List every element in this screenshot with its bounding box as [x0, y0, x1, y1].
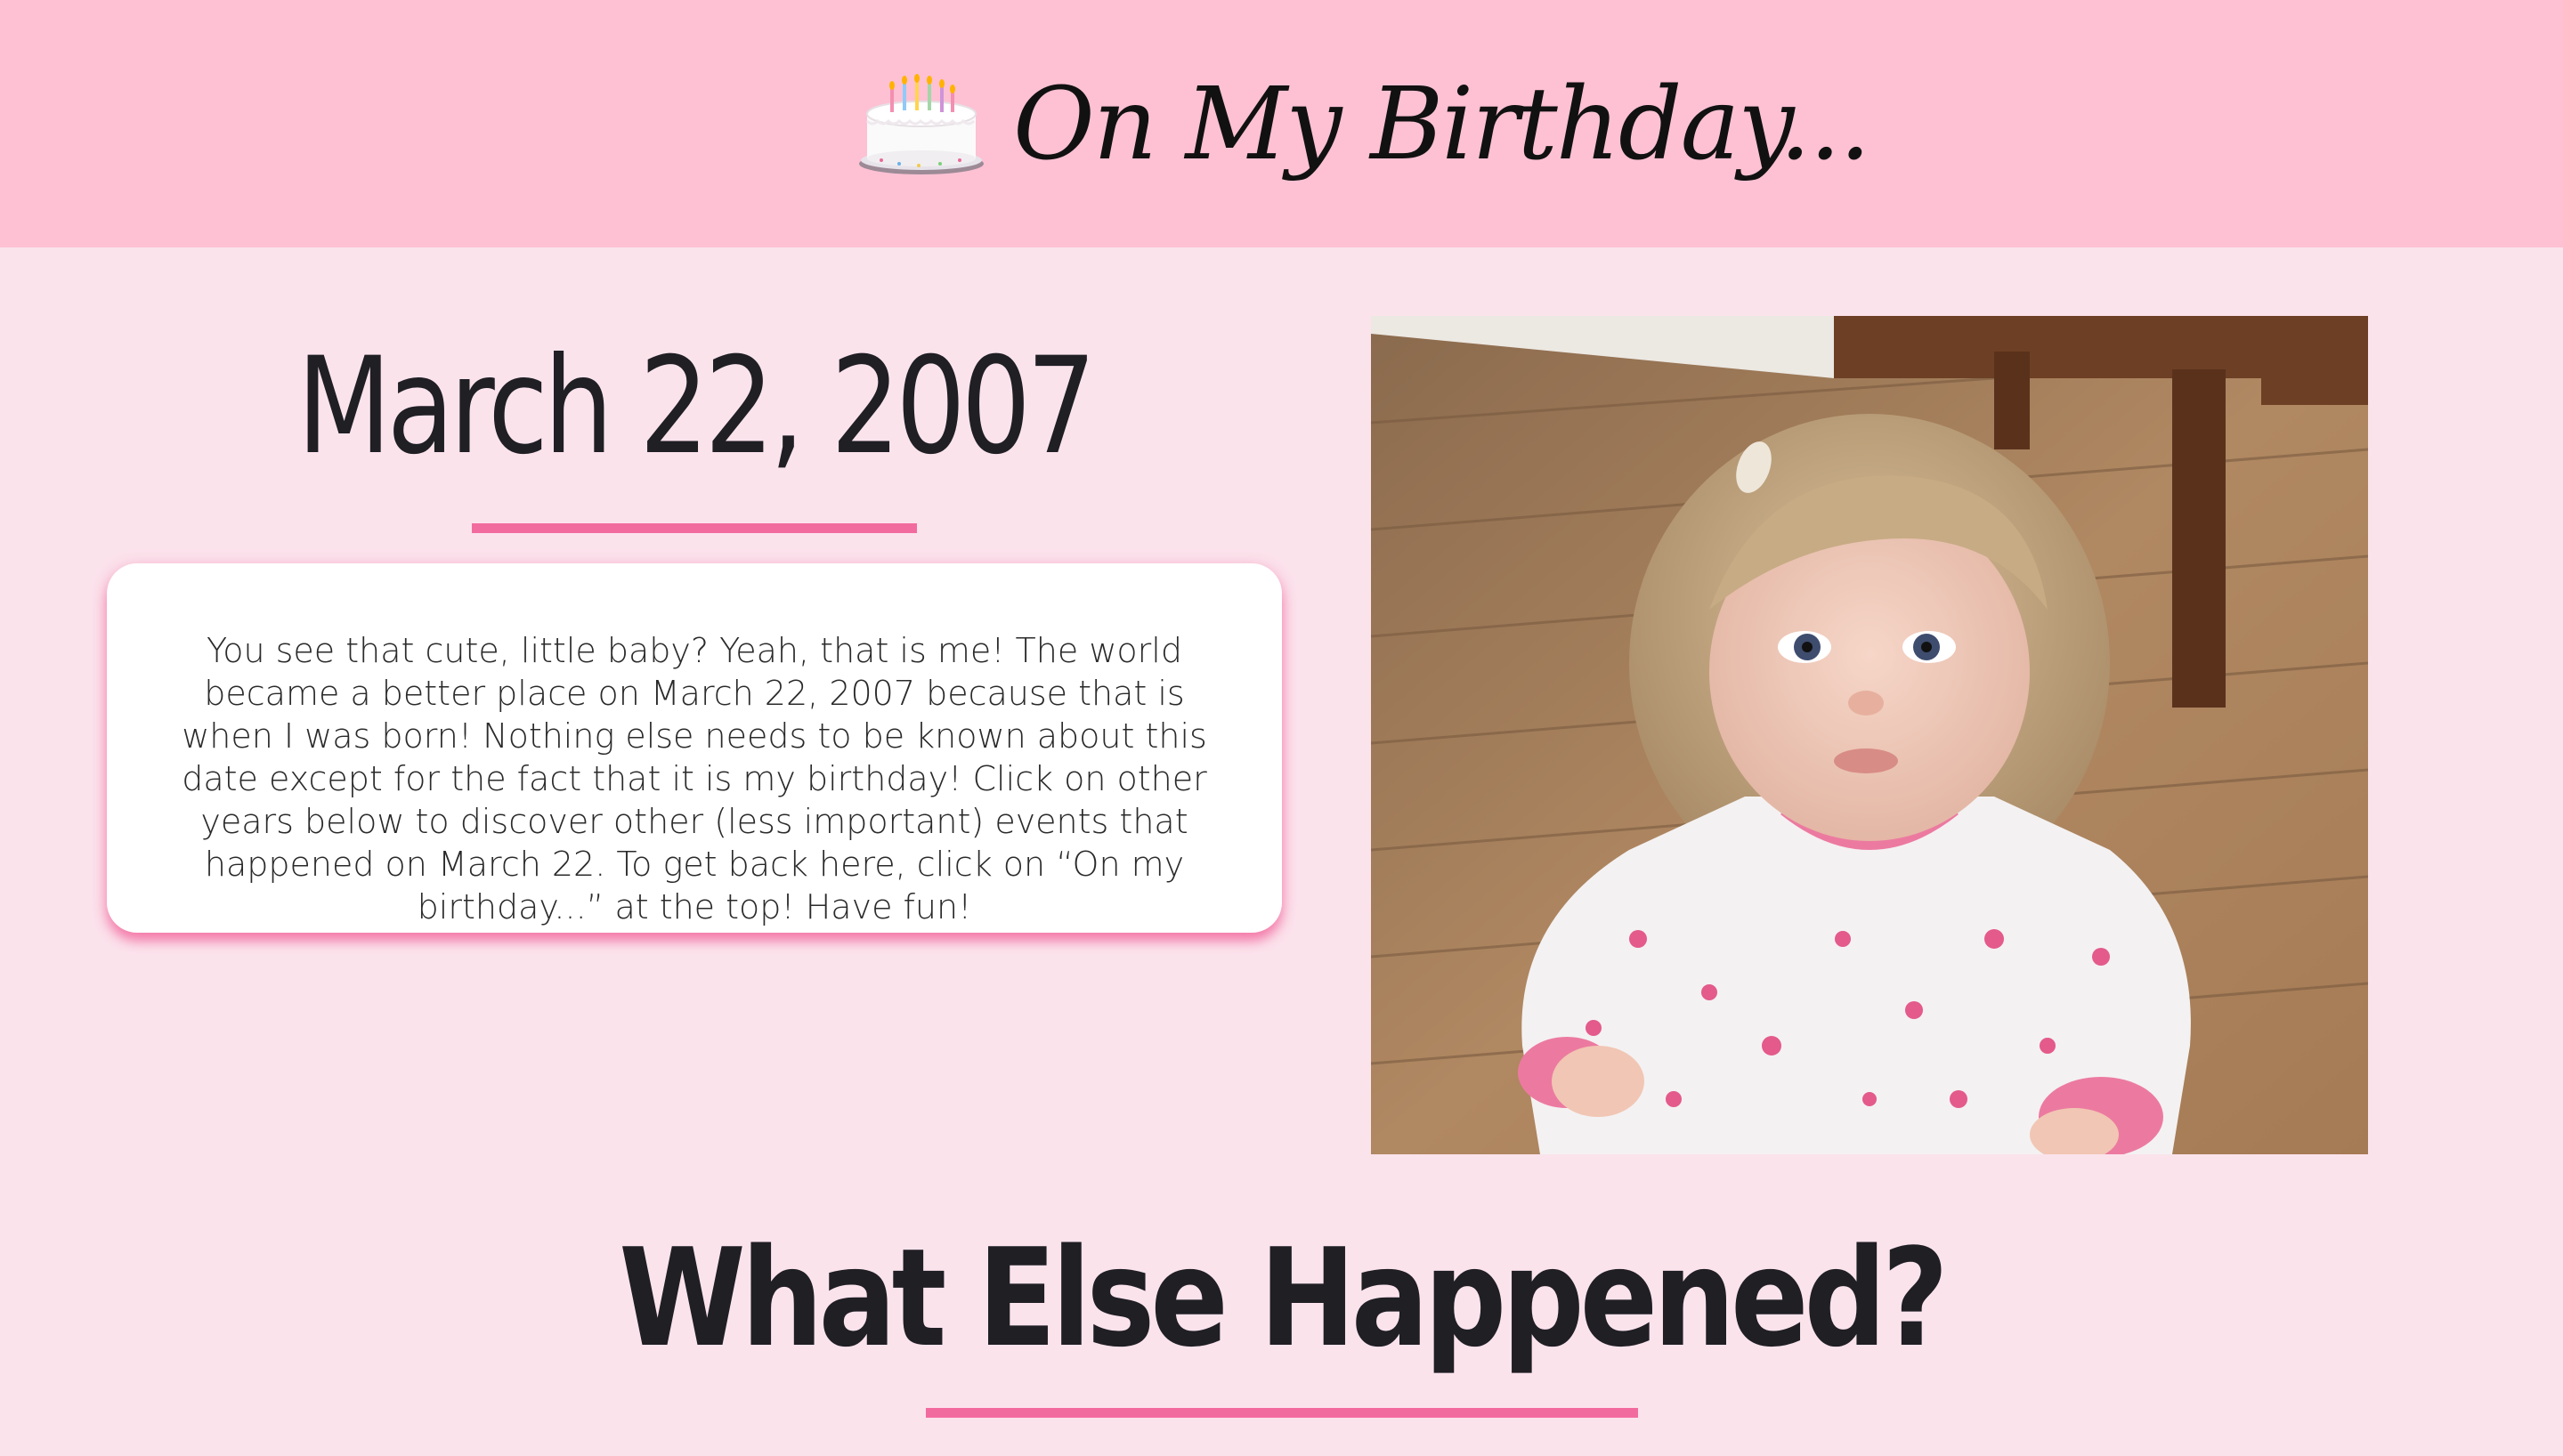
baby-photo	[1371, 316, 2368, 1154]
birthday-cake-icon	[859, 74, 984, 174]
site-title[interactable]: On My Birthday...	[1013, 67, 1871, 182]
date-underline	[472, 523, 917, 533]
intro-text: You see that cute, little baby? Yeah, th…	[182, 631, 1207, 926]
site-header: On My Birthday...	[0, 0, 2563, 247]
section-underline	[926, 1408, 1638, 1418]
baby-photo-illustration	[1371, 316, 2368, 1154]
home-link[interactable]: On My Birthday...	[855, 49, 1871, 200]
section-heading: What Else Happened?	[619, 1219, 1949, 1377]
intro-card: You see that cute, little baby? Yeah, th…	[107, 563, 1282, 933]
birth-date-heading: March 22, 2007	[296, 329, 1097, 484]
page: On My Birthday... March 22, 2007 You see…	[0, 0, 2563, 1456]
